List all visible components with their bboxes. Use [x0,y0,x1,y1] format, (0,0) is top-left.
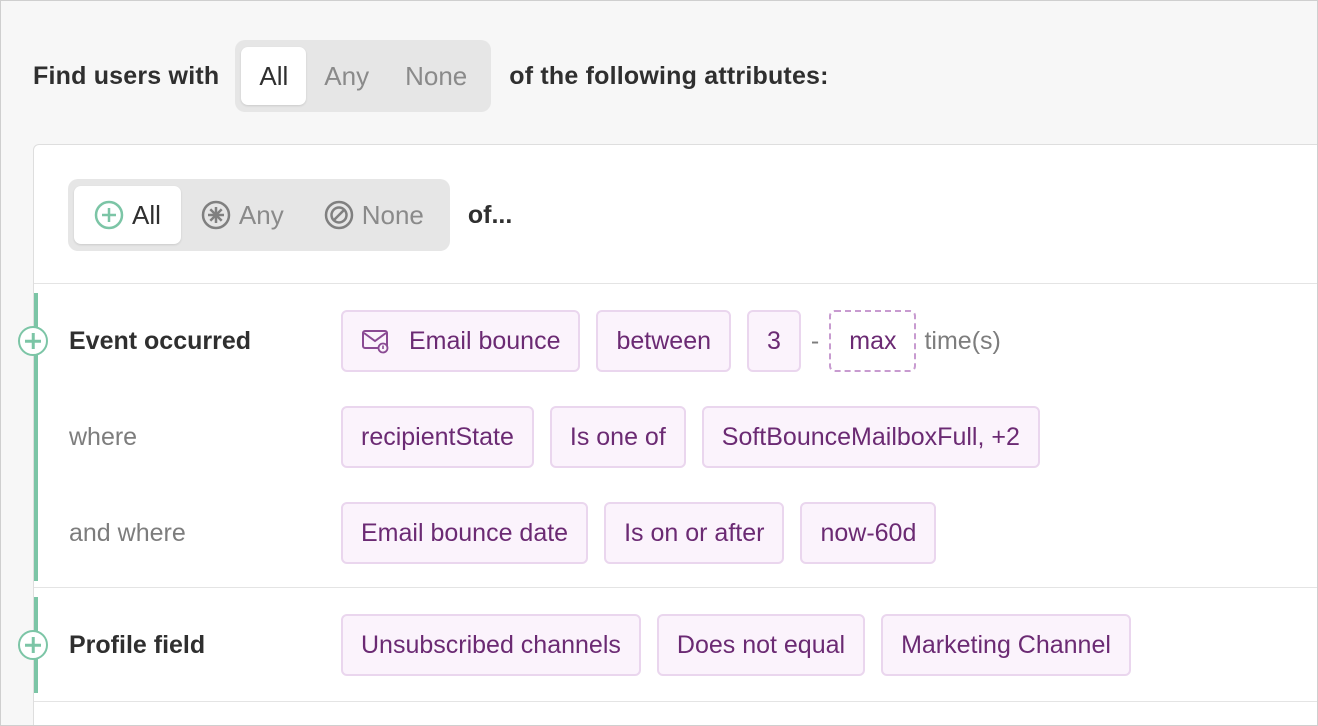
frequency-operator-chip[interactable]: between [596,310,732,372]
and-where-field-chip[interactable]: Email bounce date [341,502,589,564]
group-any-label: Any [238,199,284,230]
profile-condition-row: Profile field Unsubscribed channels Does… [34,613,1317,677]
profile-field-label: Profile field [69,630,206,659]
divider [34,701,1317,702]
and-where-operator-chip[interactable]: Is on or after [604,502,785,564]
prohibited-circle-icon [324,200,353,230]
and-where-value-chip[interactable]: now-60d [800,502,937,564]
group-mode-row: All Any None of... [68,179,512,251]
and-where-label: and where [69,518,186,547]
where-field-chip[interactable]: recipientState [341,406,534,468]
match-none-button[interactable]: None [387,47,485,105]
max-count-chip[interactable]: max [829,310,917,372]
match-mode-toggle: All Any None [235,40,492,112]
group-none-label: None [361,199,424,230]
and-where-chips: Email bounce date Is on or after now-60d [341,501,952,565]
event-condition-row: Event occurred Email bounce between 3 - … [34,309,1317,373]
match-mode-row: Find users with All Any None of the foll… [33,40,829,112]
where-chips: recipientState Is one of SoftBounceMailb… [341,405,1056,469]
match-any-button[interactable]: Any [306,47,387,105]
and-where-row: and where Email bounce date Is on or aft… [34,501,1317,565]
asterisk-circle-icon [201,200,231,230]
email-bounce-icon [362,330,389,354]
group-any-button[interactable]: Any [181,186,304,244]
times-unit-label: time(s) [924,326,1001,355]
profile-operator-chip[interactable]: Does not equal [656,614,866,676]
event-occurred-label: Event occurred [69,326,252,355]
plus-circle-icon [94,200,124,230]
group-all-button[interactable]: All [74,186,181,244]
where-label: where [69,422,138,451]
profile-value-chip[interactable]: Marketing Channel [881,614,1131,676]
profile-chips: Unsubscribed channels Does not equal Mar… [341,613,1147,677]
where-value-chip[interactable]: SoftBounceMailboxFull, +2 [701,406,1040,468]
group-all-label: All [132,199,161,230]
event-chip-label: Email bounce [409,326,561,355]
min-count-chip[interactable]: 3 [747,310,801,372]
match-all-button[interactable]: All [241,47,307,105]
event-chips: Email bounce between 3 - max time(s) [341,309,1001,373]
following-attributes-label: of the following attributes: [509,61,829,90]
event-chip[interactable]: Email bounce [341,310,581,372]
find-users-label: Find users with [33,61,220,90]
of-label: of... [467,200,513,229]
divider [34,587,1317,588]
where-operator-chip[interactable]: Is one of [549,406,686,468]
where-row: where recipientState Is one of SoftBounc… [34,405,1317,469]
divider [34,283,1317,284]
profile-field-chip[interactable]: Unsubscribed channels [341,614,641,676]
group-none-button[interactable]: None [304,186,444,244]
group-mode-toggle: All Any None [68,179,450,251]
condition-group-card: All Any None of... Event occurred Email … [18,144,1317,725]
range-dash: - [810,326,820,355]
segment-builder: Find users with All Any None of the foll… [0,0,1318,726]
